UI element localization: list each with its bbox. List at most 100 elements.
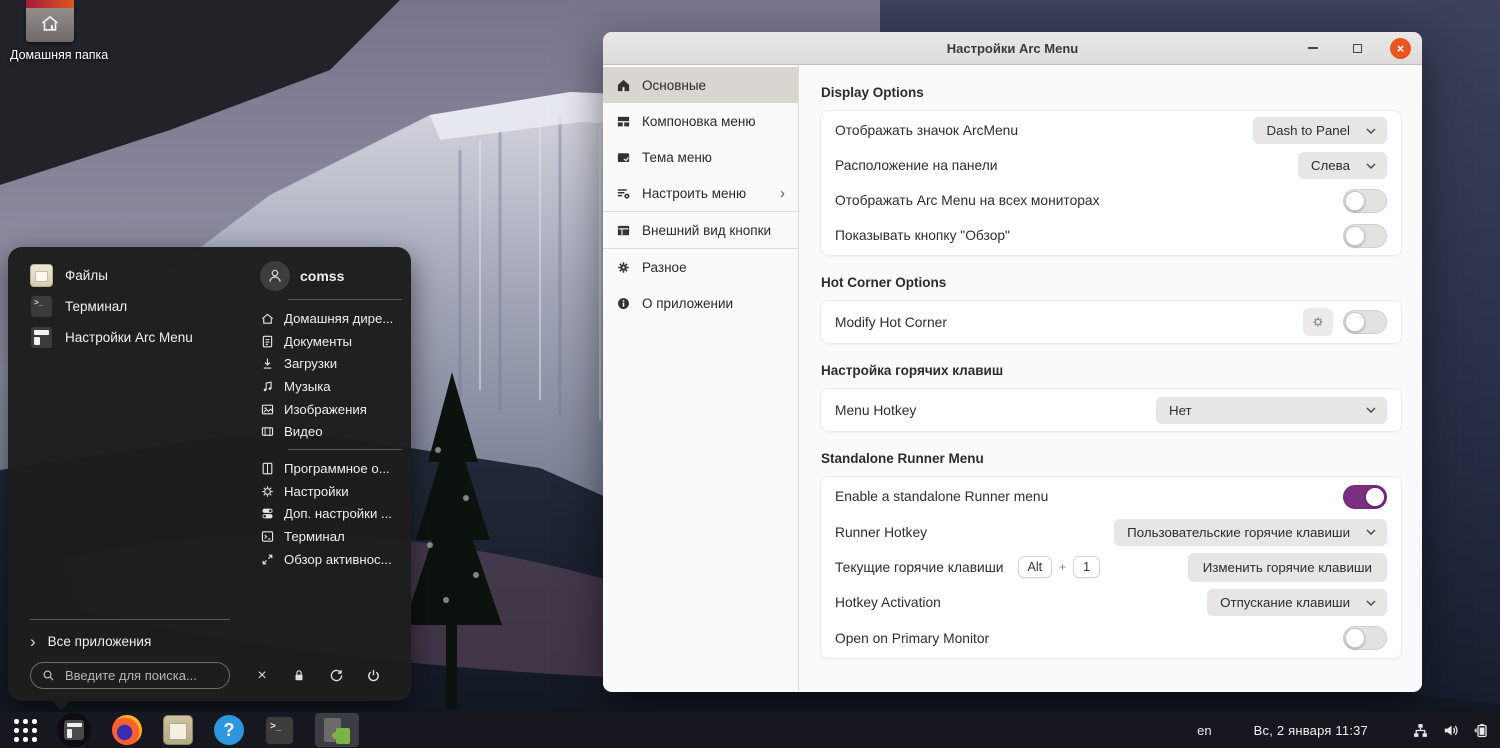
extensions-puzzle-icon xyxy=(324,716,350,744)
avatar xyxy=(260,261,290,291)
setting-label: Текущие горячие клавиши xyxy=(835,559,1004,575)
modify-hotkeys-button[interactable]: Изменить горячие клавиши xyxy=(1187,552,1387,582)
shortcut-label: Обзор активнос... xyxy=(284,551,392,567)
shortcut-item-terminal[interactable]: Терминал xyxy=(260,525,402,548)
network-icon xyxy=(1414,723,1427,737)
dropdown-value: Dash to Panel xyxy=(1266,123,1350,138)
sidebar-item-misc[interactable]: Разное xyxy=(603,249,798,285)
logout-button[interactable]: × xyxy=(252,666,272,686)
all-applications-label: Все приложения xyxy=(47,633,152,649)
menu-search-field[interactable] xyxy=(30,662,230,689)
setting-label: Menu Hotkey xyxy=(835,402,917,418)
sidebar-item-menu-theme[interactable]: Тема меню xyxy=(603,139,798,175)
system-tray[interactable] xyxy=(1412,722,1490,739)
all-monitors-toggle[interactable] xyxy=(1343,188,1387,213)
place-item-videos[interactable]: Видео xyxy=(260,420,402,443)
arcmenu-app-icon xyxy=(30,325,53,349)
shortcut-item-settings[interactable]: Настройки xyxy=(260,480,402,503)
sidebar-item-menu-layout[interactable]: Компоновка меню xyxy=(603,103,798,139)
maximize-button[interactable] xyxy=(1346,37,1368,59)
menu-item-terminal[interactable]: Терминал xyxy=(30,294,193,318)
desktop-home-folder[interactable]: Домашняя папка xyxy=(10,0,120,62)
runner-hotkey-dropdown[interactable]: Пользовательские горячие клавиши xyxy=(1114,518,1387,546)
setting-row-runner-hotkey: Runner Hotkey Пользовательские горячие к… xyxy=(821,514,1401,549)
arc-menu-button[interactable] xyxy=(57,713,91,747)
place-label: Домашняя дире... xyxy=(284,310,394,326)
taskbar-files[interactable] xyxy=(163,715,193,745)
enable-runner-toggle[interactable] xyxy=(1343,484,1387,509)
sidebar-item-customize-menu[interactable]: Настроить меню › xyxy=(603,175,798,211)
video-icon xyxy=(261,427,274,437)
clock[interactable]: Вс, 2 января 11:37 xyxy=(1254,723,1368,738)
overview-button-toggle[interactable] xyxy=(1343,223,1387,248)
display-options-card: Отображать значок ArcMenu Dash to Panel … xyxy=(820,110,1402,256)
sidebar-item-button-appearance[interactable]: Внешний вид кнопки xyxy=(603,212,798,248)
setting-row-primary-monitor: Open on Primary Monitor xyxy=(821,621,1401,656)
setting-row-panel-position: Расположение на панели Слева xyxy=(821,148,1401,183)
hotkey-activation-dropdown[interactable]: Отпускание клавиши xyxy=(1207,589,1387,617)
terminal-app-icon xyxy=(30,294,53,318)
taskbar-help[interactable]: ? xyxy=(214,715,244,745)
arc-menu-icon xyxy=(64,720,84,740)
menu-item-label: Настройки Arc Menu xyxy=(65,329,193,345)
taskbar-extensions-active[interactable] xyxy=(315,713,359,747)
chevron-down-icon xyxy=(1366,127,1376,134)
power-button[interactable] xyxy=(363,666,383,686)
lock-button[interactable] xyxy=(289,666,309,686)
menu-item-arcmenu-settings[interactable]: Настройки Arc Menu xyxy=(30,325,193,349)
settings-content: Display Options Отображать значок ArcMen… xyxy=(799,65,1422,691)
menu-item-files[interactable]: Файлы xyxy=(30,263,193,287)
close-button[interactable]: × xyxy=(1390,37,1411,59)
setting-row-enable-runner: Enable a standalone Runner menu xyxy=(821,479,1401,514)
setting-label: Runner Hotkey xyxy=(835,524,928,540)
menu-separator xyxy=(30,619,230,620)
sidebar-item-about[interactable]: О приложении xyxy=(603,285,798,321)
user-account-item[interactable]: comss xyxy=(260,259,402,293)
minimize-button[interactable] xyxy=(1302,37,1324,59)
house-icon xyxy=(41,15,59,31)
document-icon xyxy=(262,335,273,347)
search-input[interactable] xyxy=(63,667,213,684)
hot-corner-toggle[interactable] xyxy=(1343,310,1387,334)
place-label: Музыка xyxy=(284,378,331,394)
restart-button[interactable] xyxy=(326,666,346,686)
arcmenu-settings-window: Настройки Arc Menu × Основные Компоновка… xyxy=(603,32,1422,692)
setting-row-hotkey-activation: Hotkey Activation Отпускание клавиши xyxy=(821,585,1401,620)
window-titlebar[interactable]: Настройки Arc Menu × xyxy=(603,32,1422,65)
sidebar-label: Компоновка меню xyxy=(642,113,756,129)
place-item-home[interactable]: Домашняя дире... xyxy=(260,307,402,330)
menu-hotkey-dropdown[interactable]: Нет xyxy=(1156,396,1387,424)
keyboard-layout-indicator[interactable]: en xyxy=(1197,723,1211,738)
taskbar-firefox[interactable] xyxy=(112,715,142,745)
download-icon xyxy=(263,358,272,369)
pinned-apps-list: Файлы Терминал Настройки Arc Menu xyxy=(30,263,193,349)
panel-position-dropdown[interactable]: Слева xyxy=(1297,152,1387,179)
show-applications-button[interactable] xyxy=(14,719,37,742)
sidebar-label: О приложении xyxy=(642,295,734,311)
window-title: Настройки Arc Menu xyxy=(946,40,1079,56)
place-item-pictures[interactable]: Изображения xyxy=(260,398,402,421)
restart-icon xyxy=(330,669,342,682)
file-manager-icon xyxy=(163,715,193,745)
primary-monitor-toggle[interactable] xyxy=(1343,626,1387,651)
place-item-downloads[interactable]: Загрузки xyxy=(260,352,402,375)
shortcut-item-tweaks[interactable]: Доп. настройки ... xyxy=(260,503,402,526)
sidebar-label: Разное xyxy=(642,259,687,275)
place-item-music[interactable]: Музыка xyxy=(260,375,402,398)
place-item-documents[interactable]: Документы xyxy=(260,330,402,353)
shortcut-item-activities-overview[interactable]: Обзор активнос... xyxy=(260,548,402,571)
hot-corner-settings-button[interactable] xyxy=(1303,308,1333,336)
toggle-knob xyxy=(1345,190,1365,211)
help-icon: ? xyxy=(214,715,244,745)
shortcut-item-software[interactable]: Программное о... xyxy=(260,457,402,480)
taskbar-terminal[interactable]: >_ xyxy=(265,715,294,745)
battery-icon xyxy=(1474,723,1487,737)
layout-icon xyxy=(617,116,630,126)
sidebar-item-general[interactable]: Основные xyxy=(603,67,798,103)
dropdown-value: Пользовательские горячие клавиши xyxy=(1127,524,1350,540)
all-applications-button[interactable]: › Все приложения xyxy=(30,629,389,653)
arcmenu-icon-dropdown[interactable]: Dash to Panel xyxy=(1253,117,1387,144)
section-title-hot-corner: Hot Corner Options xyxy=(821,275,947,290)
theme-icon xyxy=(617,152,630,162)
menu-item-label: Терминал xyxy=(65,298,128,314)
